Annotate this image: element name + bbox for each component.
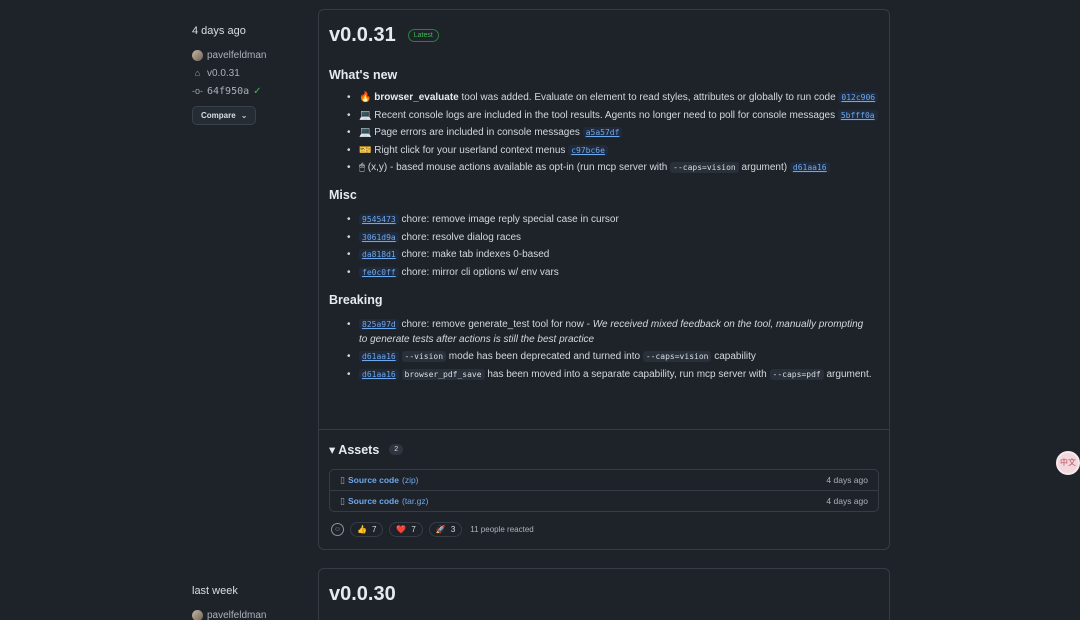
asset-date: 4 days ago	[826, 475, 868, 485]
asset-link[interactable]: Source code	[348, 475, 399, 485]
commit-sha-link[interactable]: d61aa16	[789, 162, 830, 173]
release-card: v0.0.30	[318, 568, 890, 620]
author-link[interactable]: pavelfeldman	[207, 610, 266, 620]
list-item: 9545473 chore: remove image reply specia…	[347, 212, 879, 227]
section-heading: Breaking	[329, 292, 383, 307]
section-heading: What's new	[329, 68, 398, 82]
reaction-heart[interactable]: ❤️ 7	[389, 522, 423, 537]
avatar[interactable]	[192, 49, 203, 61]
release-date: 4 days ago	[192, 25, 246, 37]
list-item: fe0c0ff chore: mirror cli options w/ env…	[347, 265, 879, 280]
add-reaction-smiley-icon[interactable]: ☺	[331, 523, 344, 536]
commit-sha-link[interactable]: a5a57df	[582, 127, 623, 138]
asset-ext[interactable]: (tar.gz)	[402, 496, 428, 506]
commit-sha-link[interactable]: fe0c0ff	[359, 266, 399, 278]
list-item: 💻 Recent console logs are included in th…	[347, 108, 879, 123]
commit-link[interactable]: 64f950a	[207, 86, 249, 97]
commit-sha-link[interactable]: 3061d9a	[359, 231, 399, 243]
asset-row[interactable]: ▯ Source code (tar.gz) 4 days ago	[330, 490, 878, 511]
list-item: 🎫 Right click for your userland context …	[347, 143, 879, 158]
list-item: 💻 Page errors are included in console me…	[347, 125, 879, 140]
list-item: d61aa16 --vision mode has been deprecate…	[347, 349, 873, 364]
list-item: 🔥 browser_evaluate tool was added. Evalu…	[347, 90, 879, 105]
file-zip-icon: ▯	[340, 495, 345, 506]
assets-toggle[interactable]: ▾ Assets 2	[329, 442, 404, 457]
latest-badge: Latest	[407, 28, 439, 42]
commit-sha-link[interactable]: 9545473	[359, 214, 399, 225]
commit-sha-link[interactable]: d61aa16	[359, 368, 399, 380]
section-heading: Misc	[329, 188, 357, 202]
translate-float-button[interactable]: 中文	[1056, 451, 1080, 475]
inline-code: --caps=pdf	[769, 368, 824, 380]
release-meta: 4 days ago pavelfeldman ⌂ v0.0.31 -o- 64…	[192, 25, 302, 125]
reactions-summary: 11 people reacted	[470, 525, 534, 534]
author-link[interactable]: pavelfeldman	[207, 50, 266, 61]
assets-count-badge: 2	[389, 444, 404, 455]
reaction-thumbs-up[interactable]: 👍 7	[350, 522, 384, 537]
reaction-rocket[interactable]: 🚀 3	[428, 522, 463, 537]
asset-row[interactable]: ▯ Source code (zip) 4 days ago	[330, 470, 878, 490]
inline-code: --caps=vision	[670, 162, 739, 173]
avatar[interactable]	[192, 609, 203, 620]
list-item: 3061d9a chore: resolve dialog races	[347, 230, 879, 245]
asset-date: 4 days ago	[826, 496, 868, 506]
asset-ext[interactable]: (zip)	[402, 475, 419, 485]
commit-sha-link[interactable]: 825a97d	[359, 318, 399, 330]
commit-sha-link[interactable]: d61aa16	[359, 351, 399, 362]
reactions-bar: ☺ 👍 7 ❤️ 7 🚀 3 11 people reacted	[331, 522, 534, 537]
chevron-down-icon: ⌄	[240, 111, 248, 120]
compare-button[interactable]: Compare ⌄	[192, 106, 257, 125]
assets-list: ▯ Source code (zip) 4 days ago ▯ Source …	[329, 469, 879, 512]
misc-list: 9545473 chore: remove image reply specia…	[329, 212, 879, 280]
list-item: da818d1 chore: make tab indexes 0-based	[347, 247, 879, 262]
tag-icon: ⌂	[194, 68, 201, 78]
commit-sha-link[interactable]: 5bfff0a	[837, 109, 878, 121]
tag-link[interactable]: v0.0.31	[207, 68, 240, 79]
commit-sha-link[interactable]: 012c906	[838, 92, 879, 103]
asset-link[interactable]: Source code	[348, 496, 399, 506]
divider	[319, 429, 889, 430]
commit-icon: -o-	[192, 86, 203, 96]
breaking-list: 825a97d chore: remove generate_test tool…	[329, 317, 879, 382]
release-title[interactable]: v0.0.30	[329, 583, 396, 606]
inline-code: --caps=vision	[642, 351, 712, 362]
releases-page: 4 days ago pavelfeldman ⌂ v0.0.31 -o- 64…	[0, 0, 1080, 620]
assets-heading: ▾ Assets	[329, 443, 380, 457]
release-card: v0.0.31 Latest What's new 🔥 browser_eval…	[318, 9, 890, 550]
verified-check-icon: ✓	[253, 85, 262, 97]
release-date: last week	[192, 585, 238, 597]
inline-code: browser_pdf_save	[401, 368, 485, 380]
whats-new-list: 🔥 browser_evaluate tool was added. Evalu…	[329, 90, 879, 175]
list-item: 🖱 (x,y) - based mouse actions available …	[347, 160, 879, 175]
release-title[interactable]: v0.0.31	[329, 24, 396, 47]
file-zip-icon: ▯	[340, 474, 345, 485]
inline-code: --vision	[401, 351, 447, 362]
commit-sha-link[interactable]: c97bc6e	[568, 144, 608, 156]
list-item: 825a97d chore: remove generate_test tool…	[347, 317, 873, 347]
commit-sha-link[interactable]: da818d1	[359, 249, 399, 260]
compare-label: Compare	[201, 111, 236, 120]
release-meta: last week pavelfeldman	[192, 585, 302, 620]
list-item: d61aa16 browser_pdf_save has been moved …	[347, 367, 873, 382]
